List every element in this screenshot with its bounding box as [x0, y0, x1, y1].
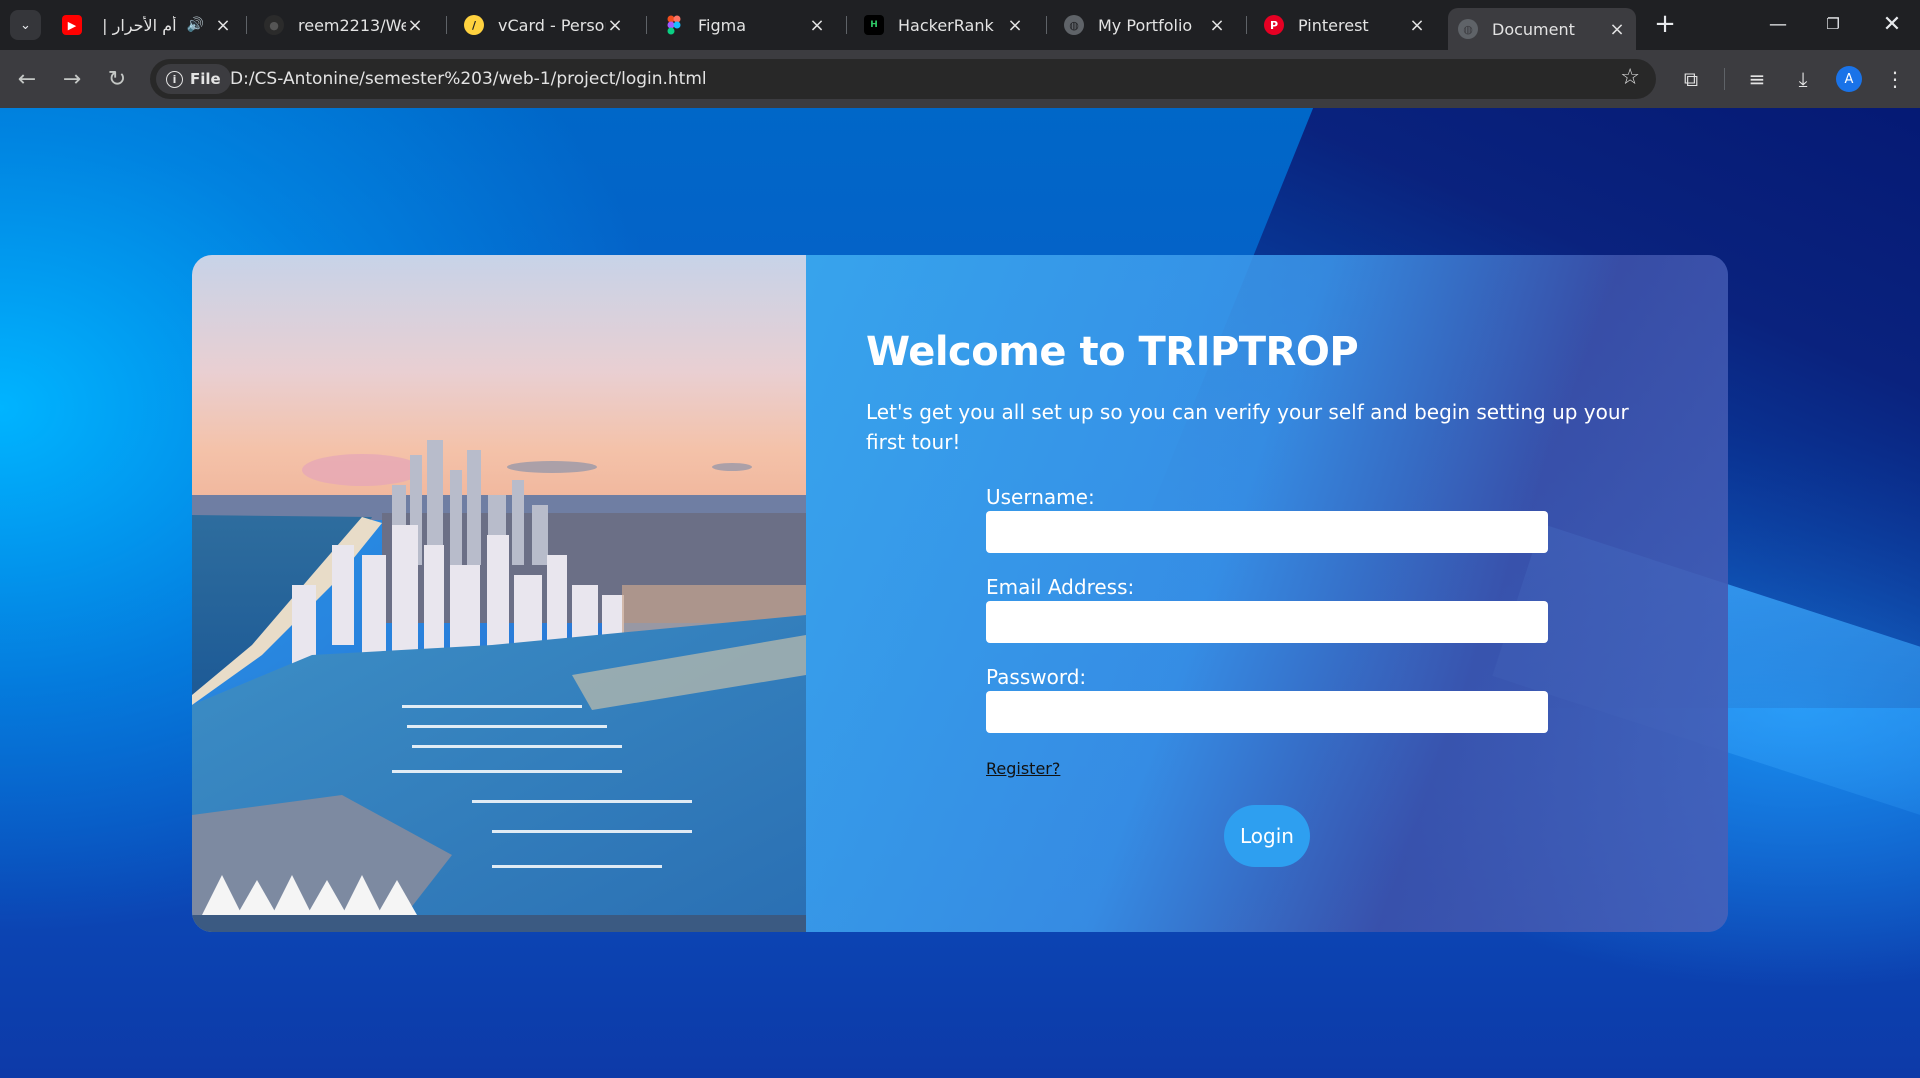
tab-separator [646, 16, 647, 34]
tab-title: reem2213/Web-I [298, 15, 406, 35]
username-label: Username: [986, 485, 1095, 509]
speaker-icon[interactable]: 🔊 [187, 17, 204, 33]
close-icon[interactable]: × [1408, 15, 1426, 36]
tab-title: My Portfolio [1098, 15, 1193, 35]
vcard-icon: / [464, 15, 484, 35]
media-queue-icon[interactable]: ≡ [1742, 64, 1772, 94]
bookmark-star-icon[interactable]: ☆ [1620, 65, 1640, 90]
youtube-icon: ▶ [62, 15, 82, 35]
back-button[interactable]: ← [12, 64, 42, 94]
chevron-down-icon: ⌄ [20, 17, 31, 33]
tab-title: Figma [698, 15, 747, 35]
tab-strip: ⌄ ▶ أم الأحرار | الرا 🔊 × ● reem2213/Web… [0, 0, 1920, 50]
login-button[interactable]: Login [1224, 805, 1310, 867]
minimize-button[interactable]: — [1758, 8, 1798, 40]
browser-toolbar: ← → ↻ i File D:/CS-Antonine/semester%203… [0, 50, 1920, 108]
profile-avatar[interactable]: A [1836, 66, 1862, 92]
password-input[interactable] [986, 691, 1548, 733]
pinterest-icon: P [1264, 15, 1284, 35]
tab-title: vCard - Personal [498, 15, 606, 35]
github-icon: ● [264, 15, 284, 35]
tab-document[interactable]: ◍ Document × [1448, 8, 1636, 50]
scheme-label: File [190, 70, 221, 88]
city-harbor-photo [192, 255, 806, 932]
menu-dots-icon[interactable]: ⋮ [1880, 64, 1910, 94]
globe-icon: ◍ [1064, 15, 1084, 35]
password-label: Password: [986, 665, 1087, 689]
download-icon[interactable]: ⤓ [1788, 64, 1818, 94]
email-input[interactable] [986, 601, 1548, 643]
tab-pinterest[interactable]: P Pinterest × [1254, 8, 1436, 42]
page-viewport: Welcome to TRIPTROP Let's get you all se… [0, 108, 1920, 1078]
close-icon[interactable]: × [1208, 15, 1226, 36]
reload-button[interactable]: ↻ [102, 64, 132, 94]
reload-icon: ↻ [107, 66, 127, 92]
username-input[interactable] [986, 511, 1548, 553]
site-info-chip[interactable]: i File [156, 64, 231, 94]
tab-separator [1046, 16, 1047, 34]
close-icon[interactable]: × [1608, 19, 1626, 40]
register-link[interactable]: Register? [986, 759, 1060, 778]
tab-title: HackerRank [898, 15, 994, 35]
toolbar-separator [1724, 68, 1725, 90]
page-subtitle: Let's get you all set up so you can veri… [866, 400, 1629, 454]
restore-button[interactable]: ❐ [1813, 8, 1853, 40]
forward-button[interactable]: → [57, 64, 87, 94]
extensions-icon[interactable]: ⧉ [1676, 64, 1706, 94]
tab-separator [246, 16, 247, 34]
tab-figma[interactable]: Figma × [654, 8, 836, 42]
login-form: Username: Email Address: Password: Regis… [986, 485, 1548, 778]
tab-hackerrank[interactable]: H HackerRank × [854, 8, 1034, 42]
tab-search-button[interactable]: ⌄ [10, 10, 41, 40]
hackerrank-icon: H [864, 15, 884, 35]
tab-separator [1246, 16, 1247, 34]
tab-title: Document [1492, 19, 1575, 39]
address-bar[interactable]: i File D:/CS-Antonine/semester%203/web-1… [150, 59, 1656, 99]
figma-icon [664, 15, 684, 35]
tab-youtube[interactable]: ▶ أم الأحرار | الرا 🔊 × [52, 8, 242, 42]
url-text[interactable]: D:/CS-Antonine/semester%203/web-1/projec… [230, 69, 707, 89]
close-icon[interactable]: × [214, 15, 232, 36]
window-close-button[interactable]: ✕ [1872, 8, 1912, 40]
welcome-section: Welcome to TRIPTROP Let's get you all se… [866, 329, 1666, 457]
tab-title: أم الأحرار | الرا [96, 15, 177, 35]
login-card: Welcome to TRIPTROP Let's get you all se… [192, 255, 1728, 932]
globe-icon: ◍ [1458, 19, 1478, 39]
tab-separator [846, 16, 847, 34]
close-icon[interactable]: × [406, 15, 424, 36]
tab-vcard[interactable]: / vCard - Personal × [454, 8, 634, 42]
arrow-right-icon: → [62, 66, 82, 92]
arrow-left-icon: ← [17, 66, 37, 92]
close-icon[interactable]: × [606, 15, 624, 36]
tab-github[interactable]: ● reem2213/Web-I × [254, 8, 434, 42]
info-icon: i [166, 70, 183, 88]
close-icon[interactable]: × [1006, 15, 1024, 36]
email-label: Email Address: [986, 575, 1135, 599]
tab-separator [446, 16, 447, 34]
tab-portfolio[interactable]: ◍ My Portfolio × [1054, 8, 1236, 42]
tab-title: Pinterest [1298, 15, 1369, 35]
page-title: Welcome to TRIPTROP [866, 329, 1359, 375]
new-tab-button[interactable]: + [1652, 11, 1678, 38]
close-icon[interactable]: × [808, 15, 826, 36]
